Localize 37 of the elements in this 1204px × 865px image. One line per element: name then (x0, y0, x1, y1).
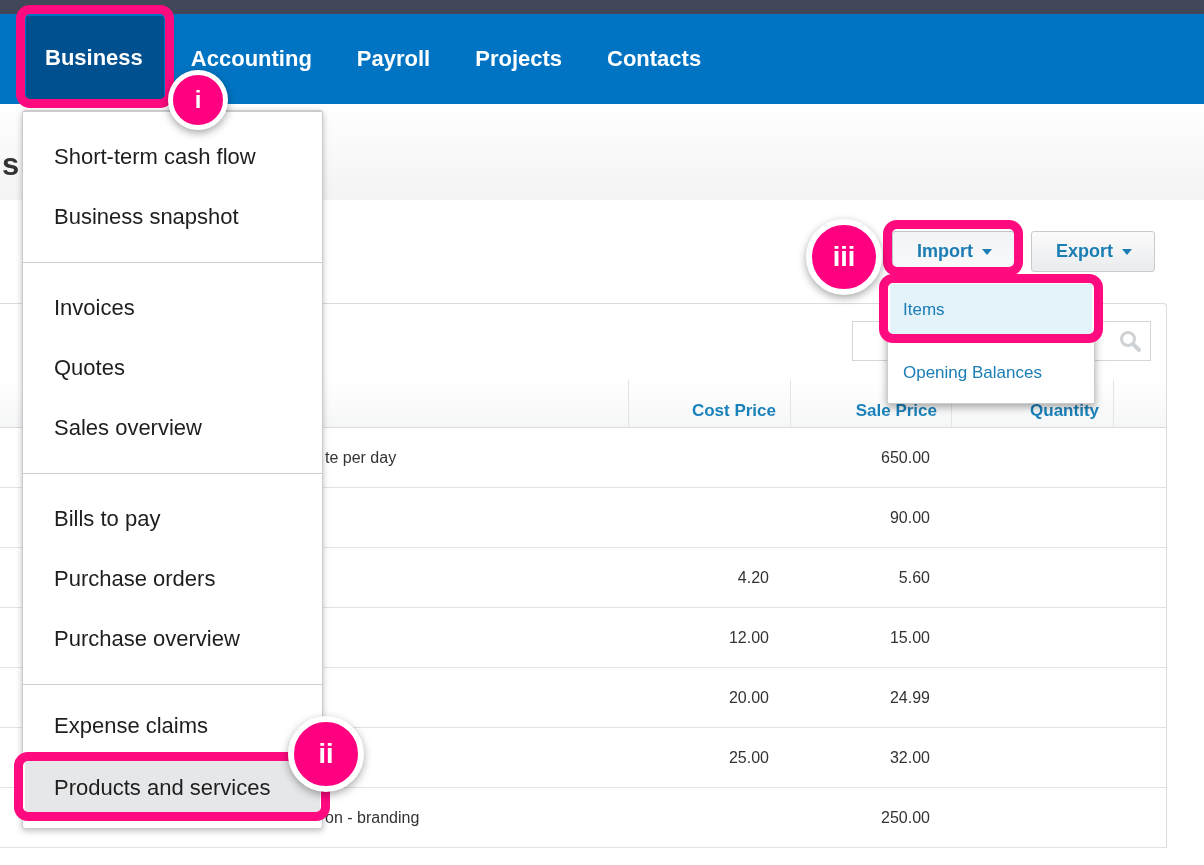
menu-item[interactable]: Purchase orders (25, 549, 282, 609)
search-icon (1118, 329, 1142, 353)
nav-tab[interactable]: Projects (475, 46, 563, 72)
menu-item[interactable]: Purchase overview (25, 609, 282, 669)
nav-tab[interactable]: Business (26, 16, 164, 100)
table-cell: 12.00 (728, 628, 769, 647)
table-cell: 32.00 (889, 748, 930, 767)
menu-item[interactable]: Invoices (25, 278, 282, 338)
table-cell: on - branding (325, 808, 420, 827)
table-cell: 20.00 (728, 688, 769, 707)
table-cell: 4.20 (737, 568, 769, 587)
table-cell: te per day (325, 448, 397, 467)
menu-item[interactable]: Expense claims (25, 700, 282, 752)
nav-tab[interactable]: Payroll (356, 46, 431, 72)
caret-icon (982, 248, 992, 255)
menu-item[interactable]: Quotes (25, 338, 282, 398)
table-cell: 25.00 (728, 748, 769, 767)
nav-tab[interactable]: Contacts (607, 46, 702, 72)
column-header[interactable]: Cost Price (691, 401, 776, 421)
menu-item[interactable]: Short-term cash flow (25, 127, 282, 187)
table-cell: 90.00 (889, 508, 930, 527)
menu-item[interactable]: Items (890, 284, 1092, 336)
table-cell: 24.99 (889, 688, 930, 707)
menu-item[interactable]: Opening Balances (890, 343, 1092, 403)
table-cell: 15.00 (889, 628, 930, 647)
menu-item[interactable]: Business snapshot (25, 187, 282, 247)
dropdown-button[interactable]: Export (1031, 231, 1155, 272)
column-header[interactable]: Sale Price (855, 401, 937, 421)
nav-tab[interactable]: Accounting (190, 46, 312, 72)
column-header[interactable]: Quantity (1030, 401, 1099, 421)
page-title: s (2, 147, 20, 183)
menu-item[interactable]: Sales overview (25, 398, 282, 458)
table-cell: 5.60 (898, 568, 930, 587)
menu-item[interactable]: Bills to pay (25, 489, 282, 549)
table-cell: 250.00 (881, 808, 930, 827)
table-cell: 650.00 (881, 448, 930, 467)
caret-icon (1122, 248, 1132, 255)
